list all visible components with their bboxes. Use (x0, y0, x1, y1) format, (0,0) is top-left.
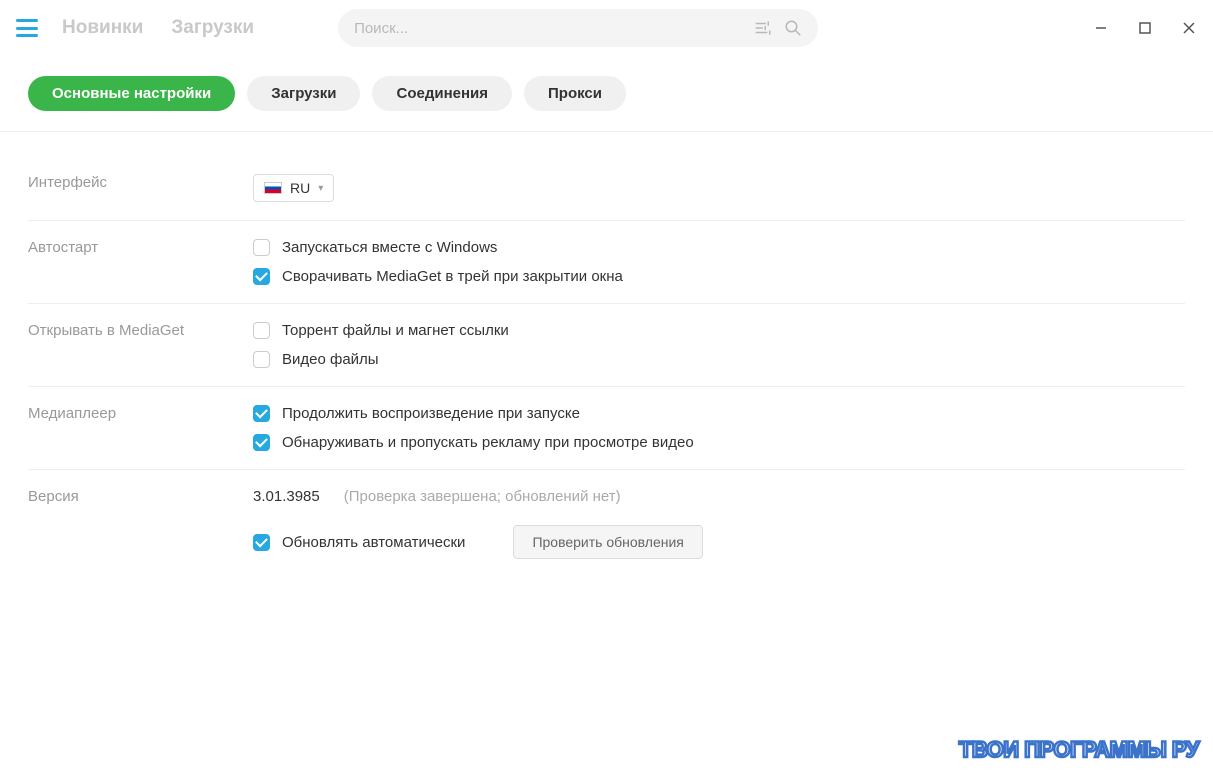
checkbox-auto-update[interactable] (253, 534, 270, 551)
search-input[interactable] (354, 20, 754, 37)
search-icon[interactable] (784, 19, 802, 37)
watermark: ТВОИ ПРОГРАММЫ РУ (959, 737, 1199, 763)
version-status: (Проверка завершена; обновлений нет) (344, 488, 621, 505)
checkbox-video[interactable] (253, 351, 270, 368)
tab-connections[interactable]: Соединения (372, 76, 512, 111)
hamburger-icon[interactable] (16, 19, 38, 37)
checkbox-resume[interactable] (253, 405, 270, 422)
sliders-icon[interactable] (754, 19, 772, 37)
tab-main[interactable]: Основные настройки (28, 76, 235, 111)
text-resume: Продолжить воспроизведение при запуске (282, 405, 580, 422)
label-open-in: Открывать в MediaGet (28, 322, 253, 368)
tab-downloads[interactable]: Загрузки (247, 76, 360, 111)
checkbox-skip-ads[interactable] (253, 434, 270, 451)
nav-new[interactable]: Новинки (62, 17, 143, 39)
text-skip-ads: Обнаруживать и пропускать рекламу при пр… (282, 434, 694, 451)
label-autostart: Автостарт (28, 239, 253, 285)
text-torrent: Торрент файлы и магнет ссылки (282, 322, 509, 339)
check-updates-button[interactable]: Проверить обновления (513, 525, 702, 559)
text-auto-update: Обновлять автоматически (282, 534, 465, 551)
settings-tabs: Основные настройки Загрузки Соединения П… (0, 56, 1213, 132)
version-number: 3.01.3985 (253, 488, 320, 505)
label-player: Медиаплеер (28, 405, 253, 451)
checkbox-run-with-windows[interactable] (253, 239, 270, 256)
checkbox-torrent[interactable] (253, 322, 270, 339)
close-icon[interactable] (1181, 20, 1197, 36)
maximize-icon[interactable] (1137, 20, 1153, 36)
label-interface: Интерфейс (28, 174, 253, 202)
flag-ru-icon (264, 182, 282, 194)
text-run-with-windows: Запускаться вместе с Windows (282, 239, 497, 256)
language-value: RU (290, 180, 310, 196)
minimize-icon[interactable] (1093, 20, 1109, 36)
label-version: Версия (28, 488, 253, 559)
language-select[interactable]: RU ▾ (253, 174, 334, 202)
tab-proxy[interactable]: Прокси (524, 76, 626, 111)
nav-downloads[interactable]: Загрузки (171, 17, 254, 39)
checkbox-minimize-tray[interactable] (253, 268, 270, 285)
text-minimize-tray: Сворачивать MediaGet в трей при закрытии… (282, 268, 623, 285)
search-bar (338, 9, 818, 47)
chevron-down-icon: ▾ (318, 183, 323, 194)
text-video: Видео файлы (282, 351, 379, 368)
